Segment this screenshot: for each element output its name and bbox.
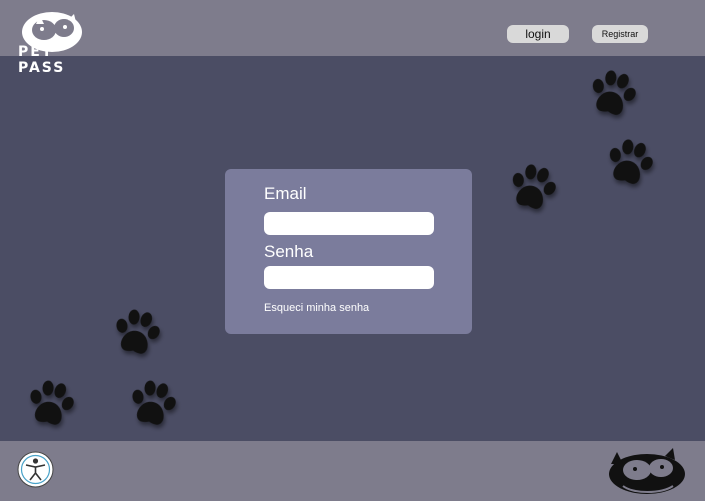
- paw-print-icon: [107, 302, 166, 361]
- email-label: Email: [264, 184, 307, 203]
- login-button[interactable]: login: [507, 25, 569, 43]
- pet-pass-cat-dog-icon: [609, 448, 685, 494]
- paw-print-icon: [123, 373, 182, 432]
- accessibility-icon[interactable]: [17, 451, 54, 488]
- logo-text: PET PASS: [18, 44, 66, 76]
- email-field[interactable]: [264, 212, 434, 235]
- paw-print-icon: [21, 373, 80, 432]
- paw-print-icon: [599, 131, 660, 192]
- paw-print-icon: [582, 62, 643, 123]
- register-button[interactable]: Registrar: [592, 25, 648, 43]
- footer-bar: [0, 441, 705, 501]
- password-field[interactable]: [264, 266, 434, 289]
- paw-print-icon: [502, 156, 563, 217]
- forgot-password-link[interactable]: Esqueci minha senha: [264, 302, 369, 314]
- password-label: Senha: [264, 242, 314, 261]
